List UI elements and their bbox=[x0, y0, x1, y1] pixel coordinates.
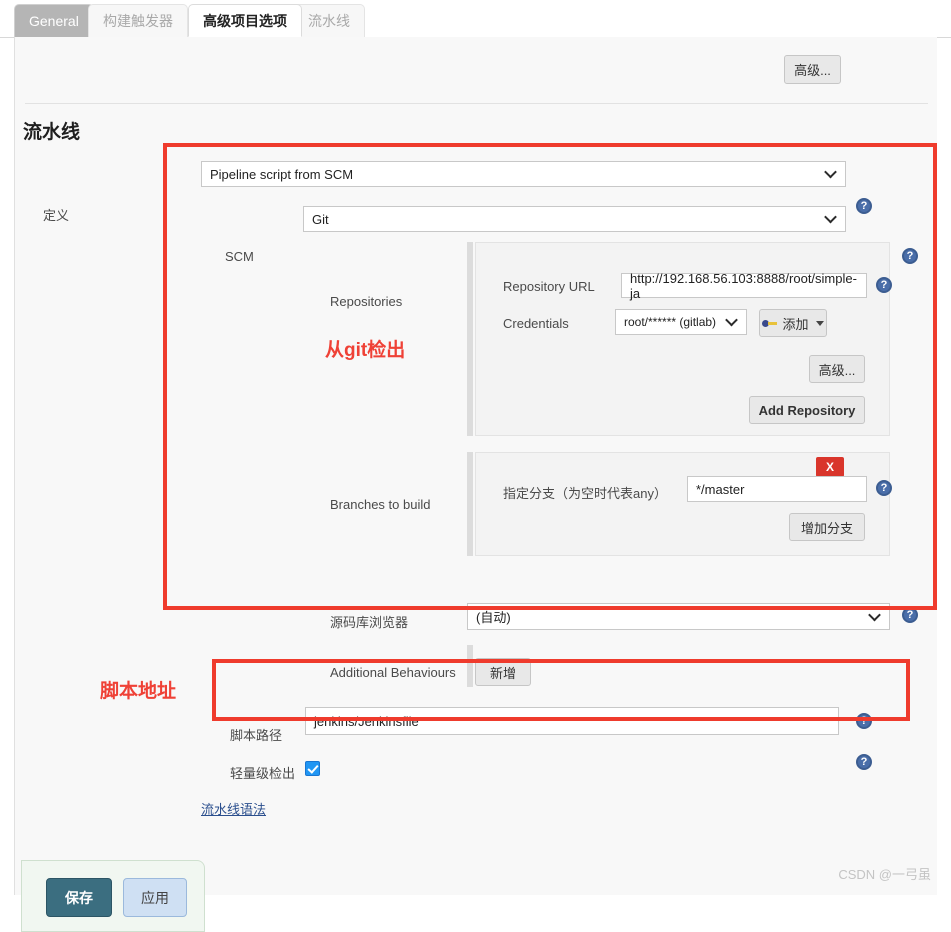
tab-build-triggers[interactable]: 构建触发器 bbox=[88, 4, 188, 37]
credentials-value: root/****** (gitlab) bbox=[624, 315, 717, 329]
help-icon-script-path[interactable]: ? bbox=[856, 713, 872, 729]
save-label: 保存 bbox=[65, 889, 93, 906]
scm-value: Git bbox=[312, 211, 329, 227]
apply-button[interactable]: 应用 bbox=[123, 878, 187, 917]
repository-advanced-button[interactable]: 高级... bbox=[809, 355, 865, 383]
add-branch-label: 增加分支 bbox=[800, 520, 853, 536]
branches-label: Branches to build bbox=[330, 497, 431, 512]
branch-specifier-value: */master bbox=[696, 481, 745, 497]
additional-behaviours-label: Additional Behaviours bbox=[330, 665, 456, 680]
key-icon bbox=[762, 318, 778, 328]
tab-advanced-project-options[interactable]: 高级项目选项 bbox=[188, 4, 302, 37]
script-path-value: jenkins/Jenkinsfile bbox=[314, 713, 419, 729]
additional-behaviours-drag-handle[interactable] bbox=[467, 645, 473, 687]
content-area: 高级... 流水线 定义 Pipeline script from SCM SC… bbox=[14, 37, 937, 932]
apply-label: 应用 bbox=[141, 889, 169, 906]
save-button[interactable]: 保存 bbox=[46, 878, 112, 917]
delete-branch-button[interactable]: X bbox=[816, 457, 844, 477]
lightweight-checkout-label: 轻量级检出 bbox=[230, 766, 296, 781]
add-behaviour-label: 新增 bbox=[489, 665, 516, 681]
delete-branch-label: X bbox=[825, 460, 834, 474]
tab-advanced-project-options-label: 高级项目选项 bbox=[203, 12, 287, 29]
tab-build-triggers-label: 构建触发器 bbox=[103, 13, 173, 29]
help-icon-scm[interactable]: ? bbox=[856, 198, 872, 214]
repository-url-value: http://192.168.56.103:8888/root/simple-j… bbox=[630, 270, 857, 301]
advanced-options-label: 高级... bbox=[794, 63, 831, 78]
annotation-git-checkout: 从git检出 bbox=[325, 340, 406, 361]
add-repository-label: Add Repository bbox=[758, 402, 856, 418]
repository-advanced-label: 高级... bbox=[818, 362, 856, 378]
repository-browser-select[interactable]: (自动) bbox=[467, 603, 890, 630]
tab-general[interactable]: General bbox=[14, 4, 94, 37]
add-credentials-button[interactable]: 添加 bbox=[759, 309, 827, 337]
tab-pipeline[interactable]: 流水线 bbox=[293, 4, 365, 37]
help-icon-lightweight-checkout[interactable]: ? bbox=[856, 754, 872, 770]
definition-select[interactable]: Pipeline script from SCM bbox=[201, 161, 846, 187]
branch-specifier-input[interactable]: */master bbox=[687, 476, 867, 502]
script-path-label: 脚本路径 bbox=[230, 728, 283, 743]
header-divider bbox=[25, 103, 928, 104]
repository-url-label: Repository URL bbox=[503, 279, 595, 294]
credentials-label: Credentials bbox=[503, 316, 569, 331]
definition-label: 定义 bbox=[43, 208, 70, 223]
watermark: CSDN @一弓虽 bbox=[838, 867, 931, 882]
repositories-label: Repositories bbox=[330, 294, 403, 309]
chevron-down-icon bbox=[815, 320, 824, 326]
annotation-script-address: 脚本地址 bbox=[100, 681, 177, 702]
credentials-select[interactable]: root/****** (gitlab) bbox=[615, 309, 747, 335]
repositories-drag-handle[interactable] bbox=[467, 242, 473, 436]
advanced-options-button[interactable]: 高级... bbox=[784, 55, 841, 84]
add-repository-button[interactable]: Add Repository bbox=[749, 396, 865, 424]
scm-select[interactable]: Git bbox=[303, 206, 846, 232]
help-icon-repository-url[interactable]: ? bbox=[876, 277, 892, 293]
tab-general-label: General bbox=[29, 13, 79, 29]
script-path-input[interactable]: jenkins/Jenkinsfile bbox=[305, 707, 839, 735]
add-behaviour-button[interactable]: 新增 bbox=[475, 658, 531, 686]
branches-panel: X 指定分支（为空时代表any） */master ? 增加分支 bbox=[475, 452, 892, 556]
help-icon-branch-specifier[interactable]: ? bbox=[876, 480, 892, 496]
repository-url-input[interactable]: http://192.168.56.103:8888/root/simple-j… bbox=[621, 270, 867, 301]
branches-drag-handle[interactable] bbox=[467, 452, 473, 556]
scm-label: SCM bbox=[225, 249, 254, 264]
add-credentials-label: 添加 bbox=[782, 316, 809, 332]
definition-value: Pipeline script from SCM bbox=[210, 166, 354, 182]
help-icon-repository-browser[interactable]: ? bbox=[902, 607, 918, 623]
help-icon-repositories[interactable]: ? bbox=[902, 248, 918, 264]
form-footer: 保存 应用 bbox=[21, 860, 205, 932]
branch-specifier-label: 指定分支（为空时代表any） bbox=[503, 486, 667, 501]
repository-browser-label: 源码库浏览器 bbox=[330, 615, 409, 630]
repositories-panel: Repository URL http://192.168.56.103:888… bbox=[475, 242, 892, 436]
lightweight-checkout-checkbox[interactable] bbox=[305, 761, 320, 776]
repository-browser-value: (自动) bbox=[476, 610, 511, 625]
add-branch-button[interactable]: 增加分支 bbox=[789, 513, 865, 541]
tab-pipeline-label: 流水线 bbox=[308, 13, 350, 29]
tab-bar: General 构建触发器 高级项目选项 流水线 bbox=[0, 0, 951, 38]
page-title: 流水线 bbox=[23, 122, 81, 143]
pipeline-syntax-link[interactable]: 流水线语法 bbox=[201, 799, 266, 818]
